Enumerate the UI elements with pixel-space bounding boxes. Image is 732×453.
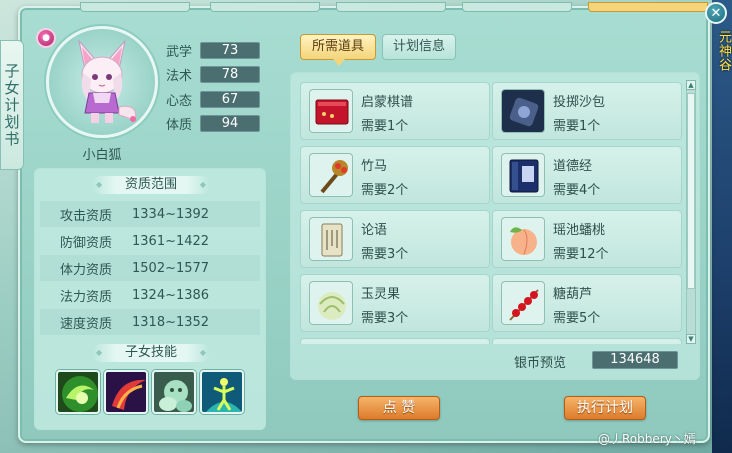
item-name: 论语 bbox=[361, 223, 388, 238]
stat-row-tizhi: 体质 94 bbox=[166, 114, 260, 133]
item-name: 瑶池蟠桃 bbox=[553, 223, 606, 238]
red-crescent-skill-icon[interactable] bbox=[104, 370, 148, 414]
execute-plan-button[interactable]: 执行计划 bbox=[564, 396, 646, 420]
aptitude-title: 资质范围 bbox=[92, 176, 210, 194]
background-side-strip: 元神谷 bbox=[712, 0, 732, 453]
like-button[interactable]: 点 赞 bbox=[358, 396, 440, 420]
stat-label: 法术 bbox=[166, 68, 193, 84]
aptitude-value: 1502~1577 bbox=[132, 260, 210, 276]
coin-preview-label: 银币预览 bbox=[514, 356, 567, 371]
child-portrait bbox=[46, 26, 158, 138]
item-card[interactable]: 糖葫芦 需要5个 bbox=[492, 274, 682, 332]
close-button[interactable]: ✕ bbox=[705, 2, 727, 24]
item-card[interactable]: 玉灵果 需要3个 bbox=[300, 274, 490, 332]
item-name: 启蒙棋谱 bbox=[361, 95, 414, 110]
item-count: 需要4个 bbox=[553, 183, 601, 198]
item-count: 需要3个 bbox=[361, 311, 409, 326]
tab-plan-info[interactable]: 计划信息 bbox=[382, 34, 456, 60]
item-count: 需要2个 bbox=[361, 183, 409, 198]
item-card[interactable]: 瑶池蟠桃 需要12个 bbox=[492, 210, 682, 268]
item-name: 糖葫芦 bbox=[553, 287, 593, 302]
aptitude-row: 体力资质 1502~1577 bbox=[40, 255, 260, 281]
scroll-down-arrow-icon[interactable]: ▼ bbox=[686, 334, 696, 344]
background-text: 元神谷 bbox=[716, 30, 731, 72]
tab-label: 所需道具 bbox=[311, 39, 364, 54]
aptitude-value: 1334~1392 bbox=[132, 206, 210, 222]
jade-fruit-icon bbox=[309, 281, 353, 325]
aptitude-label: 防御资质 bbox=[59, 235, 112, 251]
item-card[interactable]: 道德经 需要4个 bbox=[492, 146, 682, 204]
close-icon: ✕ bbox=[710, 5, 722, 21]
stat-row-wuxue: 武学 73 bbox=[166, 41, 260, 60]
aptitude-label: 速度资质 bbox=[59, 316, 112, 332]
item-card[interactable]: 竹马 需要2个 bbox=[300, 146, 490, 204]
stat-value: 73 bbox=[200, 41, 260, 59]
aptitude-label: 攻击资质 bbox=[59, 208, 112, 224]
sandbag-icon bbox=[501, 89, 545, 133]
red-book-icon bbox=[309, 89, 353, 133]
item-name: 道德经 bbox=[553, 159, 593, 174]
item-card[interactable]: 投掷沙包 需要1个 bbox=[492, 82, 682, 140]
skills-title: 子女技能 bbox=[92, 344, 210, 362]
watermark: @丿Robbery丶嫣 bbox=[598, 432, 696, 446]
blue-book-icon bbox=[501, 153, 545, 197]
scroll-book-icon bbox=[309, 217, 353, 261]
aptitude-value: 1318~1352 bbox=[132, 314, 210, 330]
bamboo-horse-icon bbox=[309, 153, 353, 197]
aptitude-row: 法力资质 1324~1386 bbox=[40, 282, 260, 308]
figure-energy-skill-icon[interactable] bbox=[200, 370, 244, 414]
item-card[interactable]: 启蒙棋谱 需要1个 bbox=[300, 82, 490, 140]
stat-label: 心态 bbox=[166, 93, 193, 109]
aptitude-row: 攻击资质 1334~1392 bbox=[40, 201, 260, 227]
stat-value: 78 bbox=[200, 65, 260, 83]
aptitude-label: 体力资质 bbox=[59, 262, 112, 278]
side-tab-child-plan[interactable]: 子女计划书 bbox=[0, 40, 24, 170]
tab-label: 计划信息 bbox=[392, 39, 445, 54]
white-fox-child-icon bbox=[78, 39, 137, 123]
side-tab-title: 子女计划书 bbox=[2, 62, 21, 148]
item-count: 需要1个 bbox=[553, 119, 601, 134]
item-name: 玉灵果 bbox=[361, 287, 401, 302]
green-swirl-skill-icon[interactable] bbox=[56, 370, 100, 414]
aptitude-value: 1324~1386 bbox=[132, 287, 210, 303]
item-count: 需要12个 bbox=[553, 247, 609, 262]
items-list[interactable]: 启蒙棋谱 需要1个 投掷沙包 需要1个 竹马 需要2个 道德经 需要4个 论语 … bbox=[298, 80, 684, 344]
items-scrollbar[interactable]: ▲ ▼ bbox=[686, 80, 696, 344]
aptitude-row: 速度资质 1318~1352 bbox=[40, 309, 260, 335]
aptitude-row: 防御资质 1361~1422 bbox=[40, 228, 260, 254]
item-card-partial[interactable] bbox=[300, 338, 490, 344]
stat-label: 体质 bbox=[166, 117, 193, 133]
scroll-up-arrow-icon[interactable]: ▲ bbox=[686, 80, 696, 90]
lock-badge-icon[interactable]: ● bbox=[36, 28, 56, 48]
ghost-spirit-skill-icon[interactable] bbox=[152, 370, 196, 414]
peach-icon bbox=[501, 217, 545, 261]
stat-row-xintai: 心态 67 bbox=[166, 90, 260, 109]
item-count: 需要1个 bbox=[361, 119, 409, 134]
child-name: 小白狐 bbox=[82, 148, 122, 163]
item-name: 投掷沙包 bbox=[553, 95, 606, 110]
item-card-partial[interactable] bbox=[492, 338, 682, 344]
item-count: 需要3个 bbox=[361, 247, 409, 262]
item-card[interactable]: 论语 需要3个 bbox=[300, 210, 490, 268]
candied-haws-icon bbox=[501, 281, 545, 325]
stat-row-fashu: 法术 78 bbox=[166, 65, 260, 84]
top-tab-rail bbox=[80, 2, 720, 12]
stat-value: 67 bbox=[200, 90, 260, 108]
scroll-thumb[interactable] bbox=[687, 93, 695, 289]
stat-label: 武学 bbox=[166, 44, 193, 60]
stat-value: 94 bbox=[200, 114, 260, 132]
aptitude-label: 法力资质 bbox=[59, 289, 112, 305]
coin-preview-value: 134648 bbox=[592, 351, 678, 369]
tab-required-items[interactable]: 所需道具 bbox=[300, 34, 376, 66]
item-count: 需要5个 bbox=[553, 311, 601, 326]
item-name: 竹马 bbox=[361, 159, 388, 174]
aptitude-value: 1361~1422 bbox=[132, 233, 210, 249]
